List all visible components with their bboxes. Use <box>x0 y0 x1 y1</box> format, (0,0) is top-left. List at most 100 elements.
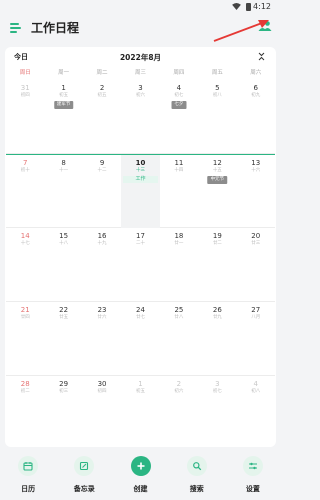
lunar-date: 初五 <box>135 389 145 394</box>
nav-icon-circle <box>74 456 95 476</box>
day-number: 7 <box>22 159 28 167</box>
lunar-date: 廿一 <box>174 241 184 246</box>
day-number: 4 <box>176 84 182 92</box>
day-number: 2 <box>176 380 182 388</box>
day-cell[interactable]: 2 初五 <box>83 80 121 153</box>
weekday-row: 周日 周一 周二 周三 周四 周五 周六 <box>5 66 276 80</box>
day-number: 21 <box>20 306 30 314</box>
day-cell[interactable]: 17 二十 <box>121 228 159 301</box>
day-cell[interactable]: 18 廿一 <box>160 228 198 301</box>
day-cell[interactable]: 3 初六 <box>121 80 159 153</box>
holiday-badge: 建军节 <box>53 101 74 109</box>
lunar-date: 初五 <box>97 93 107 98</box>
day-cell[interactable]: 1 初五 建军节 <box>44 80 82 153</box>
day-number: 5 <box>215 84 220 92</box>
day-cell[interactable]: 30 初四 <box>83 376 121 447</box>
day-number: 20 <box>251 232 261 240</box>
day-cell[interactable]: 20 廿三 <box>237 228 275 301</box>
day-number: 25 <box>174 306 184 314</box>
day-cell[interactable]: 14 十七 <box>6 228 44 301</box>
day-cell[interactable]: 7 初十 <box>6 155 44 228</box>
menu-icon[interactable] <box>10 23 21 33</box>
day-number: 15 <box>59 232 69 240</box>
day-number: 16 <box>97 232 107 240</box>
nav-calendar-button[interactable]: 日历 <box>0 450 56 500</box>
calendar-icon <box>23 462 33 471</box>
day-cell[interactable]: 4 初七 七夕 <box>160 80 198 153</box>
day-cell[interactable]: 22 廿五 <box>44 302 82 375</box>
day-number: 2 <box>99 84 105 92</box>
day-number: 3 <box>138 84 143 92</box>
day-number: 10 <box>135 159 146 167</box>
lunar-date: 十六 <box>251 168 261 173</box>
weekday-label: 周一 <box>58 70 70 76</box>
day-cell[interactable]: 3 初七 <box>198 376 236 447</box>
day-cell[interactable]: 4 初八 <box>237 376 275 447</box>
lunar-date: 二十 <box>135 241 145 246</box>
lunar-date: 初六 <box>135 93 145 98</box>
lunar-date: 廿二 <box>212 241 222 246</box>
lunar-date: 廿三 <box>251 241 261 246</box>
lunar-date: 十四 <box>174 168 184 173</box>
day-cell[interactable]: 9 十二 <box>83 155 121 228</box>
lunar-date: 十三 <box>135 168 145 173</box>
day-number: 30 <box>97 380 107 388</box>
day-cell[interactable]: 11 十四 <box>160 155 198 228</box>
day-cell-today[interactable]: 10 十三工作 <box>121 155 160 228</box>
day-number: 31 <box>20 84 30 92</box>
annotation-arrow <box>213 20 269 42</box>
lunar-date: 廿六 <box>97 315 107 320</box>
lunar-date: 廿四 <box>20 315 30 320</box>
lunar-date: 初四 <box>20 93 30 98</box>
search-icon <box>192 462 201 471</box>
day-number: 29 <box>59 380 69 388</box>
day-cell[interactable]: 12 十五 中元节 <box>198 155 236 228</box>
day-cell[interactable]: 13 十六 <box>237 155 275 228</box>
day-cell[interactable]: 8 十一 <box>44 155 82 228</box>
day-number: 22 <box>59 306 69 314</box>
event-tag[interactable]: 工作 <box>123 176 158 183</box>
day-number: 8 <box>61 159 66 167</box>
day-cell[interactable]: 25 廿八 <box>160 302 198 375</box>
day-number: 13 <box>251 159 261 167</box>
collapse-icon[interactable] <box>258 52 265 61</box>
day-number: 26 <box>212 306 222 314</box>
day-cell[interactable]: 16 十九 <box>83 228 121 301</box>
lunar-date: 初五 <box>59 93 69 98</box>
nav-label: 设置 <box>245 485 260 493</box>
day-cell[interactable]: 23 廿六 <box>83 302 121 375</box>
nav-settings-button[interactable]: 设置 <box>225 450 281 500</box>
nav-label: 日历 <box>21 485 36 493</box>
weekday-label: 周三 <box>134 70 146 76</box>
day-cell[interactable]: 31 初四 <box>6 80 44 153</box>
weekday-label: 周六 <box>250 70 262 76</box>
lunar-date: 八月 <box>251 315 261 320</box>
day-cell[interactable]: 26 廿九 <box>198 302 236 375</box>
lunar-date: 初八 <box>251 389 261 394</box>
lunar-date: 初八 <box>212 93 222 98</box>
day-cell[interactable]: 27 八月 <box>237 302 275 375</box>
nav-plus-button[interactable]: 创建 <box>112 450 168 500</box>
day-number: 18 <box>174 232 184 240</box>
nav-icon-circle <box>242 456 263 476</box>
weekday-label: 周二 <box>96 70 108 76</box>
lunar-date: 十二 <box>97 168 107 173</box>
month-label[interactable]: 2022年8月 <box>5 52 276 63</box>
page-title: 工作日程 <box>31 21 80 35</box>
day-cell[interactable]: 1 初五 <box>121 376 159 447</box>
day-cell[interactable]: 24 廿七 <box>121 302 159 375</box>
lunar-date: 初十 <box>20 168 30 173</box>
day-cell[interactable]: 15 十八 <box>44 228 82 301</box>
day-cell[interactable]: 29 初三 <box>44 376 82 447</box>
nav-search-button[interactable]: 搜索 <box>169 450 225 500</box>
lunar-date: 廿八 <box>174 315 184 320</box>
day-cell[interactable]: 19 廿二 <box>198 228 236 301</box>
lunar-date: 初七 <box>174 93 184 98</box>
day-cell[interactable]: 2 初六 <box>160 376 198 447</box>
day-cell[interactable]: 5 初八 <box>198 80 236 153</box>
day-cell[interactable]: 28 初二 <box>6 376 44 447</box>
nav-memo-button[interactable]: 备忘录 <box>56 450 112 500</box>
day-cell[interactable]: 6 初九 <box>237 80 275 153</box>
day-number: 28 <box>20 380 30 388</box>
day-cell[interactable]: 21 廿四 <box>6 302 44 375</box>
